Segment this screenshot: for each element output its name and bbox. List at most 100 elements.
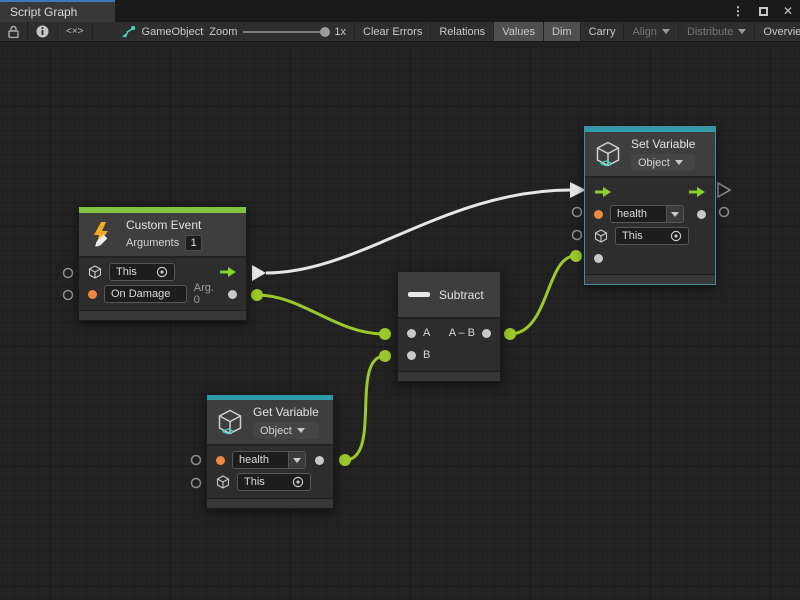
align-dropdown[interactable]: Align bbox=[624, 22, 678, 41]
zoom-value: 1x bbox=[334, 26, 346, 38]
variable-name-port[interactable] bbox=[216, 456, 225, 465]
input-b-port[interactable] bbox=[407, 351, 416, 360]
variable-kind-dropdown[interactable]: Object bbox=[631, 154, 695, 171]
value-output-port[interactable] bbox=[315, 456, 324, 465]
variable-kind-dropdown[interactable]: Object bbox=[253, 422, 319, 439]
carry-label: Carry bbox=[589, 26, 616, 38]
wire-getvariable-subtract-b[interactable] bbox=[345, 356, 384, 460]
distribute-dropdown[interactable]: Distribute bbox=[679, 22, 755, 41]
arguments-count-field[interactable]: 1 bbox=[185, 235, 202, 251]
zoom-slider-knob[interactable] bbox=[320, 27, 330, 37]
external-port[interactable] bbox=[64, 269, 73, 278]
chevron-down-icon bbox=[675, 160, 683, 165]
event-target-port[interactable] bbox=[88, 290, 97, 299]
cube-icon bbox=[216, 475, 230, 489]
external-port[interactable] bbox=[192, 479, 201, 488]
variable-name-dropdown[interactable]: health bbox=[232, 451, 306, 469]
external-port[interactable] bbox=[192, 456, 201, 465]
edit-code-button[interactable]: <×> bbox=[58, 22, 93, 41]
dropdown-arrow-segment[interactable] bbox=[288, 452, 305, 468]
info-button[interactable] bbox=[28, 22, 58, 41]
object-picker-icon[interactable] bbox=[670, 230, 682, 242]
flow-row bbox=[585, 181, 715, 203]
variable-brackets-glyph: <> bbox=[222, 426, 233, 438]
clear-errors-button[interactable]: Clear Errors bbox=[355, 22, 431, 41]
lock-icon bbox=[8, 25, 19, 38]
external-flow-port[interactable] bbox=[718, 183, 730, 197]
node-title: Subtract bbox=[439, 288, 484, 302]
set-variable-body: health This bbox=[585, 178, 715, 274]
wire-endpoint[interactable] bbox=[339, 454, 351, 466]
flow-input-arrow-icon[interactable] bbox=[594, 186, 612, 198]
overview-button[interactable]: Overview bbox=[755, 22, 800, 41]
flow-source-arrow[interactable] bbox=[252, 265, 266, 281]
gameobject-label[interactable]: GameObject bbox=[142, 26, 204, 38]
code-icon: <×> bbox=[66, 26, 84, 37]
cube-icon bbox=[594, 229, 608, 243]
script-graph-icon bbox=[121, 25, 136, 38]
values-label: Values bbox=[502, 26, 535, 38]
input-a-port[interactable] bbox=[407, 329, 416, 338]
wire-endpoint[interactable] bbox=[379, 350, 391, 362]
this-field[interactable]: This bbox=[237, 473, 311, 491]
input-b-label: B bbox=[423, 349, 430, 361]
flow-output-arrow-icon[interactable] bbox=[219, 266, 237, 278]
close-icon[interactable]: ✕ bbox=[780, 3, 796, 19]
maximize-icon[interactable] bbox=[755, 3, 771, 19]
lock-button[interactable] bbox=[0, 22, 28, 41]
wire-endpoint[interactable] bbox=[570, 250, 582, 262]
dim-toggle[interactable]: Dim bbox=[544, 22, 581, 41]
graph-context-cell: GameObject Zoom 1x bbox=[93, 22, 356, 41]
chevron-down-icon bbox=[662, 29, 670, 34]
value-output-port[interactable] bbox=[697, 210, 706, 219]
tab-bar: Script Graph ⋮ ✕ bbox=[0, 0, 800, 22]
wire-endpoint[interactable] bbox=[251, 289, 263, 301]
arg0-output-port[interactable] bbox=[228, 290, 237, 299]
zoom-label: Zoom bbox=[209, 26, 237, 38]
node-footer bbox=[398, 371, 500, 381]
object-picker-icon[interactable] bbox=[292, 476, 304, 488]
node-custom-event[interactable]: Custom Event Arguments 1 This bbox=[78, 206, 247, 321]
event-name-field[interactable]: On Damage bbox=[104, 285, 187, 303]
carry-toggle[interactable]: Carry bbox=[581, 22, 625, 41]
subtract-header: Subtract bbox=[398, 272, 500, 319]
flow-output-arrow-icon[interactable] bbox=[688, 186, 706, 198]
value-input-row bbox=[585, 247, 715, 269]
this-field[interactable]: This bbox=[109, 263, 175, 281]
clear-errors-label: Clear Errors bbox=[363, 26, 422, 38]
arg0-label: Arg. 0 bbox=[194, 282, 221, 306]
node-subtract[interactable]: Subtract A A – B B bbox=[397, 271, 501, 382]
custom-event-body: This On Damage Arg. 0 bbox=[79, 258, 246, 310]
tab-script-graph[interactable]: Script Graph bbox=[0, 0, 115, 22]
zoom-slider[interactable] bbox=[243, 31, 328, 33]
external-port[interactable] bbox=[573, 208, 582, 217]
node-get-variable[interactable]: <> Get Variable Object health bbox=[206, 394, 334, 509]
value-input-port[interactable] bbox=[594, 254, 603, 263]
external-port[interactable] bbox=[720, 208, 729, 217]
chevron-down-icon bbox=[297, 428, 305, 433]
this-field[interactable]: This bbox=[615, 227, 689, 245]
wire-arg0-subtract-a[interactable] bbox=[257, 295, 384, 334]
dropdown-arrow-segment[interactable] bbox=[666, 206, 683, 222]
this-value: This bbox=[116, 266, 137, 278]
output-port[interactable] bbox=[482, 329, 491, 338]
menu-icon[interactable]: ⋮ bbox=[730, 3, 746, 19]
external-port[interactable] bbox=[573, 231, 582, 240]
object-picker-icon[interactable] bbox=[156, 266, 168, 278]
variable-name-port[interactable] bbox=[594, 210, 603, 219]
event-name-value: On Damage bbox=[111, 288, 170, 300]
unity-window: Script Graph ⋮ ✕ <×> bbox=[0, 0, 800, 600]
external-port[interactable] bbox=[64, 291, 73, 300]
variable-name-dropdown[interactable]: health bbox=[610, 205, 684, 223]
graph-canvas[interactable]: Custom Event Arguments 1 This bbox=[0, 43, 800, 600]
distribute-label: Distribute bbox=[687, 26, 733, 38]
relations-button[interactable]: Relations bbox=[431, 22, 494, 41]
event-row: On Damage Arg. 0 bbox=[79, 283, 246, 305]
node-set-variable[interactable]: <> Set Variable Object bbox=[584, 126, 716, 285]
wire-flow-customevent-setvariable[interactable] bbox=[266, 190, 571, 273]
values-toggle[interactable]: Values bbox=[494, 22, 544, 41]
wire-subtract-setvariable[interactable] bbox=[510, 256, 575, 334]
chevron-down-icon bbox=[671, 212, 679, 217]
wire-endpoint[interactable] bbox=[379, 328, 391, 340]
wire-endpoint[interactable] bbox=[504, 328, 516, 340]
